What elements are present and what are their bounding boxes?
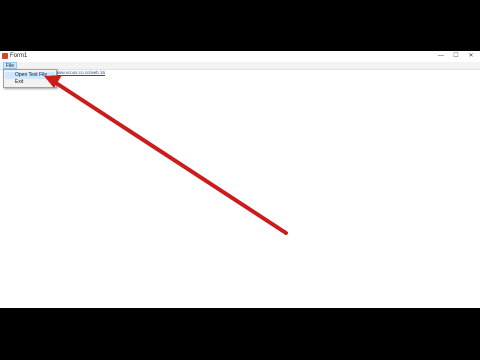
- menu-item-open-text-file[interactable]: Open Text File: [5, 72, 55, 79]
- app-window: Form1 — ☐ ✕ File www.vcoos.co.cc/web 16 …: [0, 51, 480, 308]
- app-icon: [2, 53, 8, 59]
- window-title: Form1: [10, 53, 28, 59]
- title-bar[interactable]: Form1 — ☐ ✕: [0, 51, 480, 62]
- content-link[interactable]: www.vcoos.co.cc/web 16: [55, 70, 105, 76]
- menu-bar: File: [0, 62, 480, 70]
- menu-item-exit[interactable]: Exit: [5, 79, 55, 86]
- menu-file[interactable]: File: [3, 62, 18, 69]
- file-dropdown-menu: Open Text File Exit: [3, 69, 57, 88]
- close-button[interactable]: ✕: [462, 51, 480, 61]
